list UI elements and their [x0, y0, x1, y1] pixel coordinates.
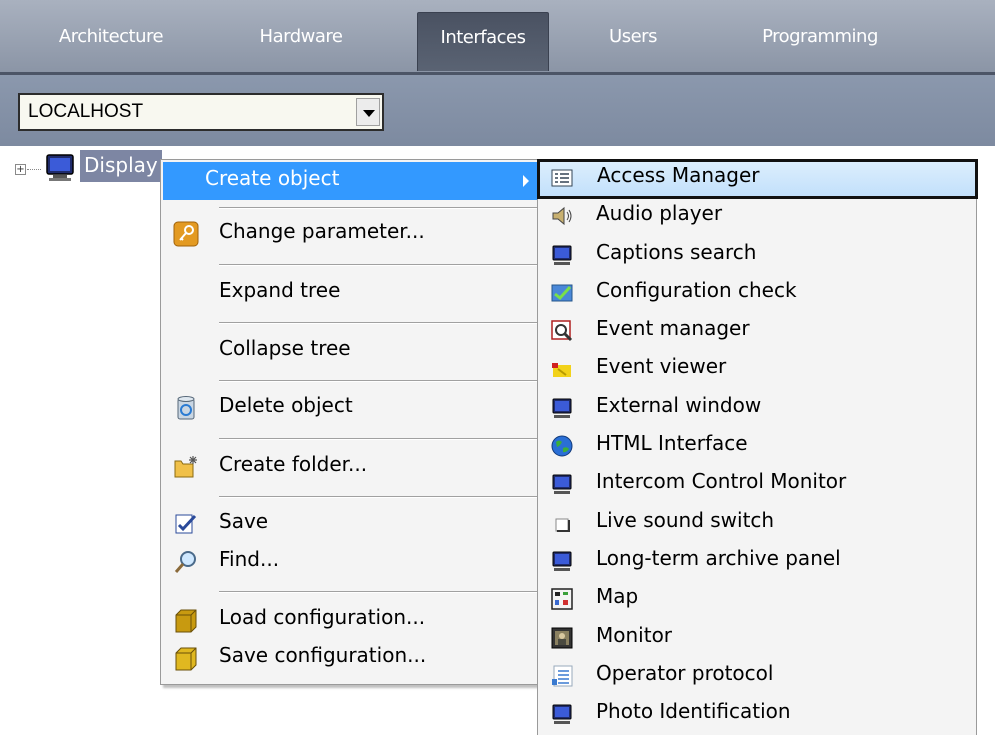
menu-item-label: Create object — [205, 166, 340, 190]
list-window-icon — [551, 169, 573, 187]
tree-connector — [27, 169, 41, 170]
submenu-item-monitor[interactable]: Monitor — [538, 619, 974, 657]
tab-interfaces[interactable]: Interfaces — [417, 12, 549, 71]
menu-item-label: Find... — [219, 547, 280, 571]
event-search-icon — [551, 320, 573, 342]
menu-separator — [219, 496, 537, 498]
submenu-item-label: Captions search — [596, 240, 757, 264]
monitor-icon — [552, 245, 572, 265]
monitor-icon — [552, 704, 572, 724]
menu-item-delete-object[interactable]: Delete object — [161, 389, 537, 427]
monitor-icon — [552, 551, 572, 571]
menu-item-load-configuration[interactable]: Load configuration... — [161, 601, 537, 639]
submenu-item-html-interface[interactable]: HTML Interface — [538, 427, 974, 465]
dropdown-button[interactable] — [356, 98, 380, 126]
submenu-item-label: Monitor — [596, 623, 673, 647]
submenu-item-label: Live sound switch — [596, 508, 775, 532]
submenu-item-configuration-check[interactable]: Configuration check — [538, 274, 974, 312]
new-folder-icon — [174, 456, 197, 478]
submenu-item-event-viewer[interactable]: Event viewer — [538, 350, 974, 388]
menu-separator — [219, 264, 537, 266]
submenu-item-label: Audio player — [596, 201, 723, 225]
menu-separator — [219, 322, 537, 324]
menu-separator — [219, 438, 537, 440]
save-config-icon — [175, 647, 197, 671]
menu-item-label: Save configuration... — [219, 643, 427, 667]
submenu-item-label: Configuration check — [596, 278, 797, 302]
submenu-item-audio-player[interactable]: Audio player — [538, 197, 974, 235]
load-config-icon — [175, 609, 197, 633]
menu-item-create-object[interactable]: Create object — [163, 162, 537, 200]
context-menu: Create object Change parameter... Expand… — [160, 159, 540, 685]
menu-separator — [219, 207, 537, 209]
menu-item-label: Save — [219, 509, 269, 533]
recycle-bin-icon — [177, 396, 195, 420]
menu-separator — [219, 591, 537, 593]
menu-item-label: Create folder... — [219, 452, 368, 476]
submenu-item-photo-identification[interactable]: Photo Identification — [538, 695, 974, 733]
event-viewer-icon — [552, 363, 571, 377]
tab-programming[interactable]: Programming — [735, 12, 905, 70]
submenu-item-label: Event viewer — [596, 354, 727, 378]
menu-item-collapse-tree[interactable]: Collapse tree — [161, 332, 537, 370]
submenu-item-captions-search[interactable]: Captions search — [538, 236, 974, 274]
tab-users[interactable]: Users — [594, 12, 672, 70]
menu-item-find[interactable]: Find... — [161, 543, 537, 581]
tab-architecture[interactable]: Architecture — [38, 12, 184, 70]
tree-expand-icon[interactable]: + — [15, 164, 26, 175]
submenu-item-label: Intercom Control Monitor — [596, 469, 847, 493]
submenu-item-operator-protocol[interactable]: Operator protocol — [538, 657, 974, 695]
menu-item-label: Expand tree — [219, 278, 341, 302]
display-monitor-icon — [46, 154, 74, 181]
menu-item-change-parameter[interactable]: Change parameter... — [161, 215, 537, 253]
submenu-item-long-term-archive-panel[interactable]: Long-term archive panel — [538, 542, 974, 580]
protocol-icon — [552, 665, 573, 687]
menu-item-create-folder[interactable]: Create folder... — [161, 448, 537, 486]
submenu-item-live-sound-switch[interactable]: Live sound switch — [538, 504, 974, 542]
menu-item-expand-tree[interactable]: Expand tree — [161, 274, 537, 312]
map-icon — [551, 588, 573, 610]
submenu-item-intercom-control-monitor[interactable]: Intercom Control Monitor — [538, 465, 974, 503]
camera-view-icon — [551, 627, 573, 649]
menu-item-save-configuration[interactable]: Save configuration... — [161, 639, 537, 677]
magnifier-icon — [174, 551, 196, 573]
submenu-item-label: Map — [596, 584, 639, 608]
submenu-item-label: Long-term archive panel — [596, 546, 841, 570]
speaker-icon — [552, 206, 572, 226]
submenu-item-label: Operator protocol — [596, 661, 774, 685]
menu-item-label: Change parameter... — [219, 219, 425, 243]
monitor-icon — [552, 398, 572, 418]
server-select[interactable]: LOCALHOST — [18, 93, 384, 131]
submenu-item-event-manager[interactable]: Event manager — [538, 312, 974, 350]
menu-item-save[interactable]: Save — [161, 505, 537, 543]
menu-item-label: Collapse tree — [219, 336, 351, 360]
submenu-item-label: Photo Identification — [596, 699, 791, 723]
menu-separator — [219, 380, 537, 382]
submenu-item-map[interactable]: Map — [538, 580, 974, 618]
check-chart-icon — [551, 284, 573, 302]
create-object-submenu: Access Manager Audio player Captions sea… — [537, 159, 978, 735]
submenu-item-label: Event manager — [596, 316, 750, 340]
submenu-item-external-window[interactable]: External window — [538, 389, 974, 427]
chevron-down-icon — [363, 110, 375, 117]
server-select-value: LOCALHOST — [28, 101, 144, 122]
save-icon — [175, 514, 197, 534]
submenu-item-access-manager[interactable]: Access Manager — [537, 159, 978, 199]
monitor-icon — [552, 474, 572, 494]
submenu-arrow-icon — [523, 175, 529, 187]
tab-bar: Architecture Hardware Interfaces Users P… — [0, 0, 995, 75]
submenu-item-label: Access Manager — [597, 163, 760, 187]
tree-node-display[interactable]: Display — [80, 150, 162, 182]
submenu-item-label: External window — [596, 393, 762, 417]
submenu-item-label: HTML Interface — [596, 431, 748, 455]
key-icon — [173, 221, 199, 247]
globe-icon — [551, 435, 573, 457]
white-box-icon — [555, 518, 570, 532]
menu-item-label: Load configuration... — [219, 605, 426, 629]
tab-hardware[interactable]: Hardware — [232, 12, 370, 70]
menu-item-label: Delete object — [219, 393, 353, 417]
